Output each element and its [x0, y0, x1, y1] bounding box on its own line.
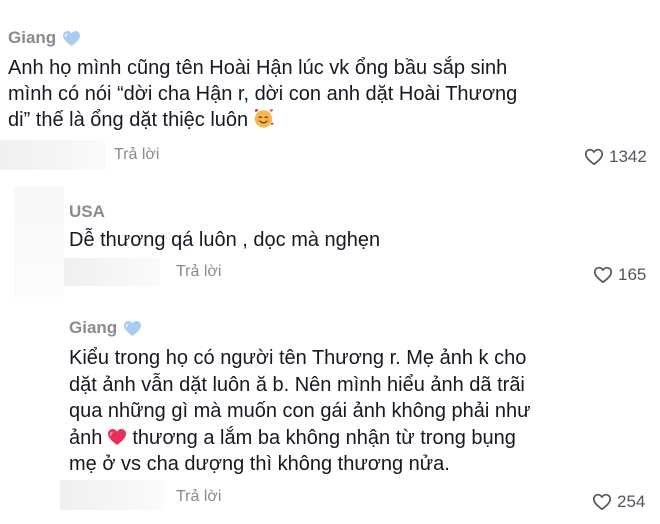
- comment-username-row: Giang: [8, 28, 81, 48]
- comment-text-line: mình có nói “dời cha Hận r, dời con anh …: [8, 83, 518, 105]
- comment-text-line: qua những gì mà muốn con gái ảnh không p…: [69, 400, 531, 422]
- comment-text: Dễ thương qá luôn , dọc mà nghẹn: [69, 227, 629, 253]
- red-heart-icon: [108, 428, 127, 445]
- blurred-avatar-placeholder: [14, 186, 64, 302]
- comment-username[interactable]: USA: [69, 202, 105, 222]
- comment-username-row: USA: [69, 202, 105, 222]
- blurred-avatar-placeholder: [0, 140, 106, 170]
- like-count: 254: [617, 492, 646, 511]
- reply-button[interactable]: Trả lời: [176, 263, 221, 281]
- comment-text-line: dặt ảnh vẫn dặt luôn ă b. Nên mình hiểu …: [69, 373, 525, 396]
- like-button[interactable]: 1342: [584, 147, 647, 167]
- comment-username-row: Giang: [69, 318, 142, 338]
- heart-outline-icon: [584, 148, 604, 166]
- comment-text-line: Dễ thương qá luôn , dọc mà nghẹn: [69, 229, 381, 251]
- like-button[interactable]: 254: [592, 492, 645, 512]
- like-count: 1342: [609, 147, 647, 166]
- reply-button[interactable]: Trả lời: [176, 488, 221, 506]
- heart-outline-icon: [593, 266, 613, 284]
- like-count: 165: [618, 265, 647, 284]
- comment-text-fragment: thương a lắm ba không nhận từ trong bụng: [132, 426, 516, 449]
- reply-button[interactable]: Trả lời: [114, 146, 159, 164]
- blurred-avatar-placeholder: [60, 480, 164, 510]
- blue-heart-icon: [124, 320, 142, 336]
- comment-text-fragment: di” thế là ổng dặt thiệc luôn: [8, 109, 249, 131]
- blurred-avatar-placeholder: [64, 258, 160, 286]
- blue-heart-icon: [63, 30, 81, 46]
- comment-text-line: di” thế là ổng dặt thiệc luôn: [8, 107, 628, 133]
- comment-text-fragment: ảnh: [69, 426, 103, 449]
- comment-text: Kiểu trong họ có người tên Thương r. Mẹ …: [69, 345, 639, 478]
- like-button[interactable]: 165: [593, 265, 646, 285]
- comment-text-line: Kiểu trong họ có người tên Thương r. Mẹ …: [69, 347, 527, 369]
- comment-username[interactable]: Giang: [69, 318, 117, 338]
- heart-outline-icon: [592, 493, 612, 511]
- comment-text-line: Anh họ mình cũng tên Hoài Hận lúc vk ổng…: [8, 57, 508, 79]
- comment-username[interactable]: Giang: [8, 28, 56, 48]
- comment-text-line: ảnh thương a lắm ba không nhận từ trong …: [69, 425, 639, 452]
- comment-text-line: mẹ ở vs cha dượng thì không thương nửa.: [69, 453, 450, 475]
- comment-text: Anh họ mình cũng tên Hoài Hận lúc vk ổng…: [8, 55, 628, 133]
- smiling-face-with-hearts-icon: [254, 108, 274, 128]
